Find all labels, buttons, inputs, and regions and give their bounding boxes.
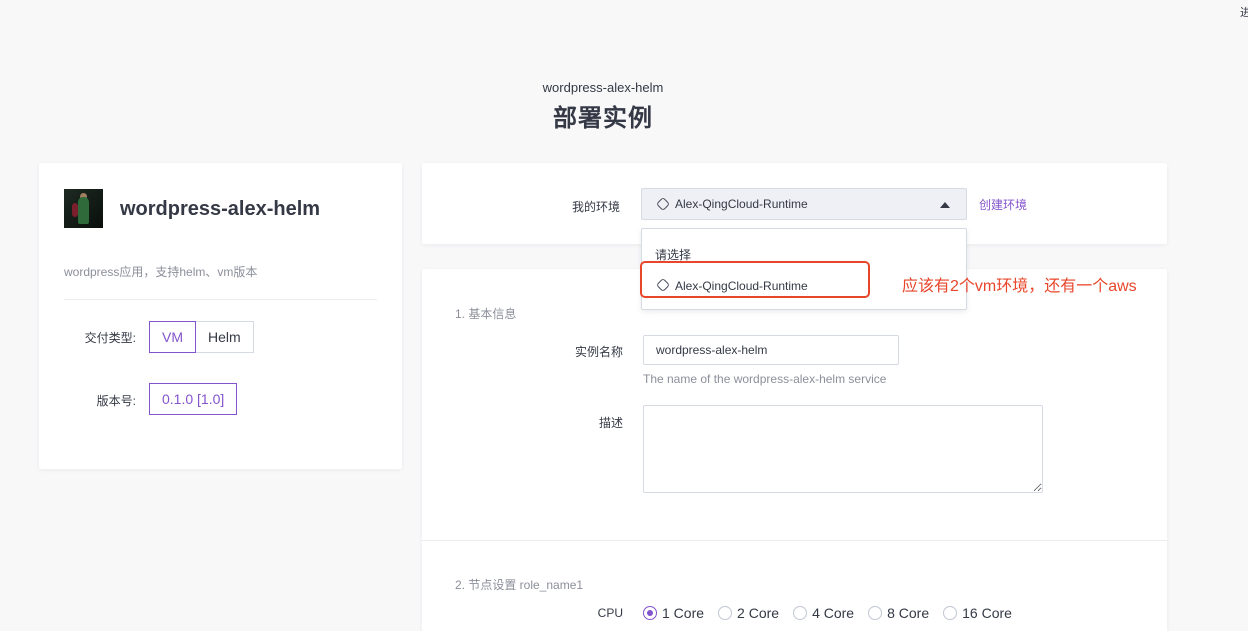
cpu-option-label: 1 Core	[662, 605, 705, 621]
caret-up-icon	[940, 202, 950, 208]
description-label: 描述	[598, 416, 623, 430]
environment-selected-value: Alex-QingCloud-Runtime	[675, 197, 808, 211]
page-subtitle: wordpress-alex-helm	[542, 80, 664, 95]
cpu-option-8[interactable]: 8 Core	[868, 605, 929, 621]
app-info-card: wordpress-alex-helm wordpress应用，支持helm、v…	[39, 163, 402, 469]
instance-name-input[interactable]	[643, 335, 899, 365]
page-header: wordpress-alex-helm 部署实例	[0, 80, 1206, 134]
environment-label: 我的环境	[572, 200, 621, 214]
section-node-settings-title: 2. 节点设置 role_name1	[455, 578, 584, 592]
app-icon	[64, 189, 103, 228]
section-divider	[422, 540, 1167, 541]
cpu-option-16[interactable]: 16 Core	[943, 605, 1012, 621]
runtime-icon	[655, 196, 671, 212]
delivery-type-label: 交付类型:	[84, 331, 136, 345]
app-description: wordpress应用，支持helm、vm版本	[64, 265, 258, 279]
cpu-option-label: 8 Core	[887, 605, 930, 621]
version-button[interactable]: 0.1.0 [1.0]	[149, 383, 238, 415]
radio-unchecked-icon	[943, 606, 958, 620]
version-label: 版本号:	[96, 394, 136, 408]
section-basic-info-title: 1. 基本信息	[455, 307, 517, 321]
instance-name-label: 实例名称	[574, 345, 623, 359]
delivery-type-vm-button[interactable]: VM	[149, 321, 196, 353]
cpu-option-1[interactable]: 1 Core	[643, 605, 704, 621]
divider	[64, 299, 377, 300]
cpu-option-label: 4 Core	[812, 605, 855, 621]
cpu-radio-group: 1 Core 2 Core 4 Core 8 Core 16 Core	[643, 605, 1026, 621]
cpu-option-label: 16 Core	[962, 605, 1012, 621]
cpu-option-label: 2 Core	[737, 605, 780, 621]
create-environment-link[interactable]: 创建环境	[979, 196, 1027, 213]
deploy-form-card: 1. 基本信息 实例名称 The name of the wordpress-a…	[422, 269, 1167, 631]
description-textarea[interactable]	[643, 405, 1043, 493]
delivery-type-toggle: VM Helm	[149, 321, 254, 353]
annotation-highlight-box	[640, 261, 870, 298]
delivery-type-helm-button[interactable]: Helm	[196, 321, 254, 353]
radio-checked-icon	[643, 606, 657, 620]
corner-text: 进	[1240, 7, 1248, 19]
radio-unchecked-icon	[868, 606, 883, 620]
app-name: wordpress-alex-helm	[120, 198, 321, 220]
cpu-option-4[interactable]: 4 Core	[793, 605, 854, 621]
cpu-label: CPU	[597, 606, 623, 620]
page-title: 部署实例	[553, 105, 653, 132]
radio-unchecked-icon	[718, 606, 733, 620]
radio-unchecked-icon	[793, 606, 808, 620]
environment-select[interactable]: Alex-QingCloud-Runtime	[641, 188, 967, 220]
instance-name-hint: The name of the wordpress-alex-helm serv…	[643, 372, 887, 386]
annotation-text: 应该有2个vm环境，还有一个aws	[902, 278, 1137, 295]
cpu-option-2[interactable]: 2 Core	[718, 605, 779, 621]
